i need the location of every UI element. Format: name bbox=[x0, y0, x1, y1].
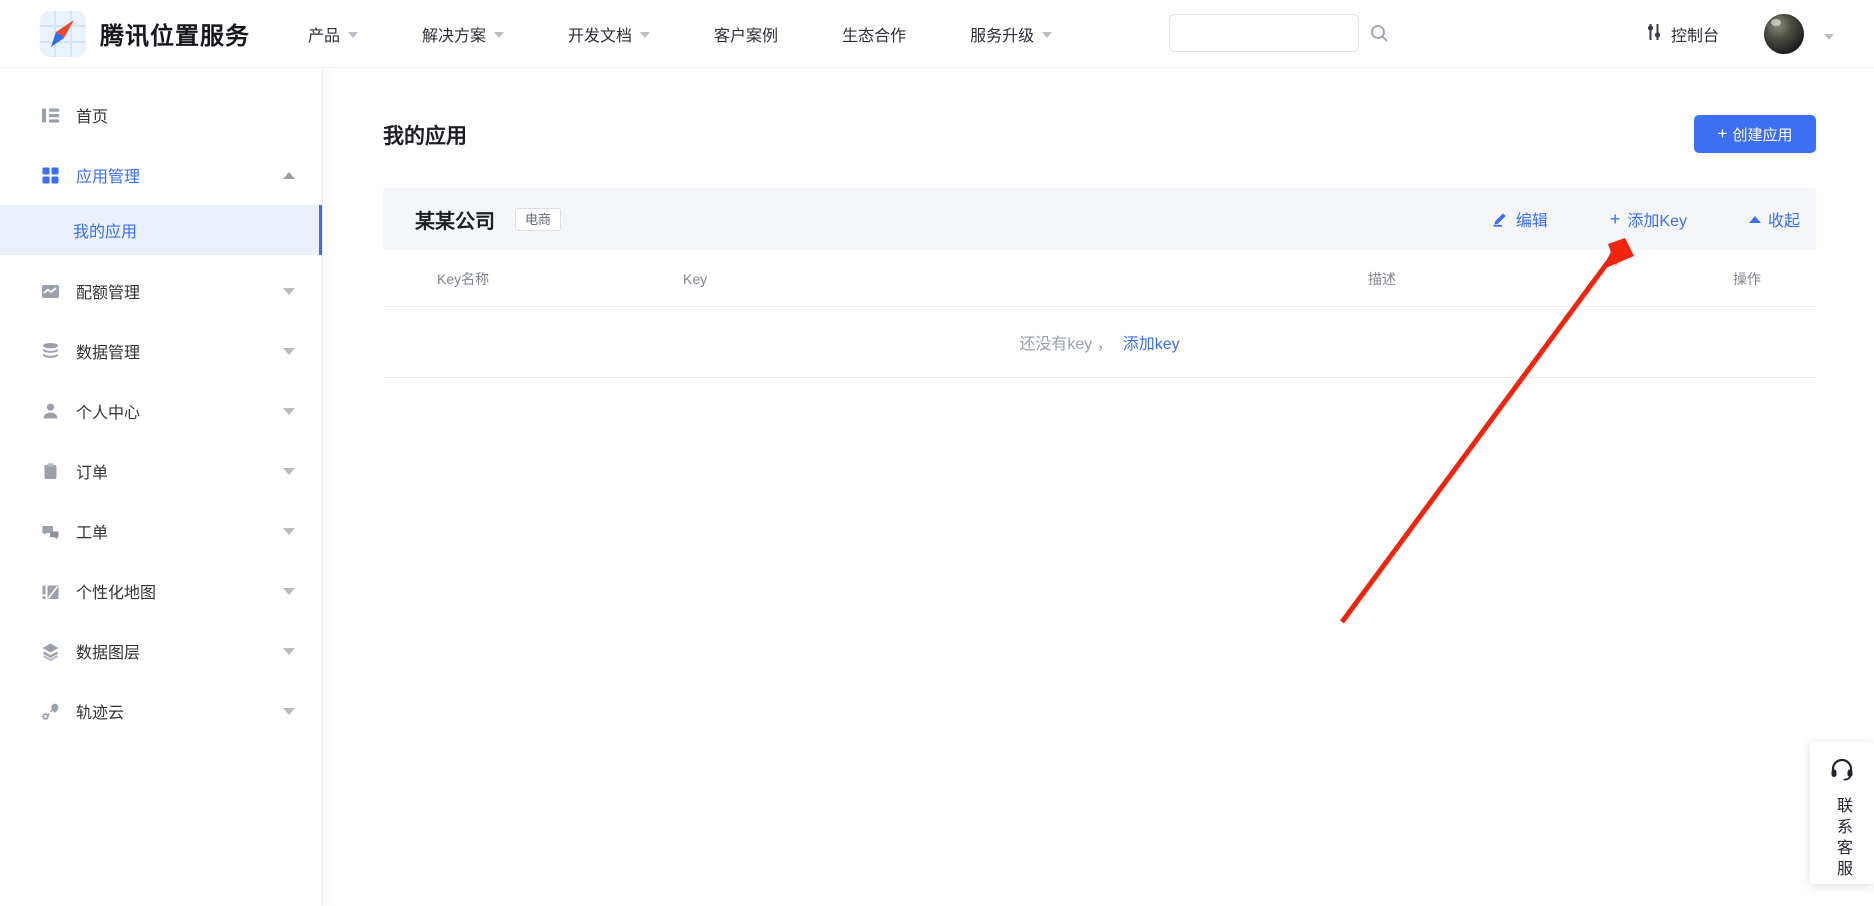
top-navbar: 腾讯位置服务 产品 解决方案 开发文档 客户案例 生态合作 服务升级 bbox=[0, 0, 1874, 68]
sidebar-item-data-management[interactable]: 数据管理 bbox=[0, 321, 322, 381]
contact-support-widget[interactable]: 联系客服 bbox=[1810, 742, 1874, 884]
sidebar-item-app-management[interactable]: 应用管理 bbox=[0, 145, 322, 205]
top-nav: 产品 解决方案 开发文档 客户案例 生态合作 服务升级 bbox=[308, 22, 1116, 46]
page-title: 我的应用 bbox=[383, 120, 467, 150]
card-actions: 编辑 + 添加Key 收起 bbox=[1429, 207, 1800, 231]
expand-arrow-icon[interactable] bbox=[283, 288, 295, 295]
triangle-up-icon bbox=[1749, 216, 1761, 223]
expand-arrow-icon[interactable] bbox=[283, 528, 295, 535]
sidebar-item-home[interactable]: 首页 bbox=[0, 85, 322, 145]
category-tag: 电商 bbox=[515, 208, 561, 231]
plus-icon: + bbox=[1610, 209, 1621, 230]
nav-item-cases[interactable]: 客户案例 bbox=[714, 22, 778, 46]
chevron-down-icon bbox=[640, 32, 650, 38]
layers-icon bbox=[40, 641, 60, 661]
column-header-actions: 操作 bbox=[1733, 250, 1761, 307]
expand-arrow-icon[interactable] bbox=[283, 348, 295, 355]
search-icon[interactable] bbox=[1369, 23, 1389, 43]
sliders-icon bbox=[1645, 22, 1663, 47]
edit-button[interactable]: 编辑 bbox=[1491, 207, 1548, 231]
nav-item-products[interactable]: 产品 bbox=[308, 22, 358, 46]
column-header-key-name: Key名称 bbox=[437, 250, 489, 307]
console-label: 控制台 bbox=[1671, 22, 1719, 46]
expand-arrow-icon[interactable] bbox=[283, 468, 295, 475]
nav-item-docs[interactable]: 开发文档 bbox=[568, 22, 650, 46]
nav-item-ecosystem[interactable]: 生态合作 bbox=[842, 22, 906, 46]
track-pin-icon bbox=[40, 701, 60, 721]
sidebar-item-custom-map[interactable]: 个性化地图 bbox=[0, 561, 322, 621]
app-card-header: 某某公司 电商 编辑 + 添加Key bbox=[383, 188, 1816, 250]
person-icon bbox=[40, 401, 60, 421]
brand-title: 腾讯位置服务 bbox=[100, 16, 250, 51]
collapse-arrow-icon[interactable] bbox=[283, 172, 295, 179]
chevron-down-icon bbox=[1042, 32, 1052, 38]
main-content: 我的应用 + 创建应用 某某公司 电商 编辑 + bbox=[323, 68, 1874, 906]
table-header-row: Key名称 Key 描述 操作 bbox=[383, 250, 1816, 307]
column-header-key: Key bbox=[683, 250, 707, 307]
add-key-link[interactable]: 添加key bbox=[1123, 330, 1180, 354]
nav-item-service-upgrade[interactable]: 服务升级 bbox=[970, 22, 1052, 46]
empty-state-text: 还没有key ， bbox=[1019, 330, 1112, 354]
sidebar-item-track-cloud[interactable]: 轨迹云 bbox=[0, 681, 322, 741]
expand-arrow-icon[interactable] bbox=[283, 588, 295, 595]
empty-state-row: 还没有key ， 添加key bbox=[383, 307, 1816, 378]
console-link[interactable]: 控制台 bbox=[1645, 0, 1719, 68]
sidebar-item-data-layers[interactable]: 数据图层 bbox=[0, 621, 322, 681]
search-box bbox=[1169, 14, 1359, 52]
home-list-icon bbox=[40, 105, 60, 125]
custom-map-icon bbox=[40, 581, 60, 601]
sidebar-item-my-apps[interactable]: 我的应用 bbox=[0, 205, 322, 255]
create-app-button[interactable]: + 创建应用 bbox=[1694, 115, 1816, 153]
chat-bubbles-icon bbox=[40, 521, 60, 541]
app-card: 某某公司 电商 编辑 + 添加Key bbox=[383, 188, 1816, 378]
compass-logo-icon bbox=[40, 11, 86, 57]
brand[interactable]: 腾讯位置服务 bbox=[40, 11, 250, 57]
plus-icon: + bbox=[1718, 124, 1728, 144]
column-header-description: 描述 bbox=[1368, 250, 1396, 307]
apps-grid-icon bbox=[40, 165, 60, 185]
expand-arrow-icon[interactable] bbox=[283, 708, 295, 715]
expand-arrow-icon[interactable] bbox=[283, 408, 295, 415]
chart-image-icon bbox=[40, 281, 60, 301]
pencil-icon bbox=[1491, 210, 1509, 228]
collapse-button[interactable]: 收起 bbox=[1749, 207, 1800, 231]
sidebar-item-quota[interactable]: 配额管理 bbox=[0, 261, 322, 321]
user-avatar[interactable] bbox=[1764, 14, 1804, 54]
chevron-down-icon[interactable] bbox=[1824, 34, 1834, 40]
company-name: 某某公司 bbox=[415, 205, 495, 234]
add-key-button[interactable]: + 添加Key bbox=[1610, 207, 1687, 231]
sidebar-item-orders[interactable]: 订单 bbox=[0, 441, 322, 501]
sidebar-item-personal-center[interactable]: 个人中心 bbox=[0, 381, 322, 441]
chevron-down-icon bbox=[348, 32, 358, 38]
chevron-down-icon bbox=[494, 32, 504, 38]
nav-item-solutions[interactable]: 解决方案 bbox=[422, 22, 504, 46]
sidebar: 首页 应用管理 我的应用 配额管理 bbox=[0, 68, 323, 906]
clipboard-icon bbox=[40, 461, 60, 481]
contact-support-label: 联系客服 bbox=[1830, 797, 1854, 881]
expand-arrow-icon[interactable] bbox=[283, 648, 295, 655]
sidebar-item-tickets[interactable]: 工单 bbox=[0, 501, 322, 561]
search-input[interactable] bbox=[1170, 15, 1369, 51]
headset-icon bbox=[1829, 756, 1855, 787]
database-icon bbox=[40, 341, 60, 361]
